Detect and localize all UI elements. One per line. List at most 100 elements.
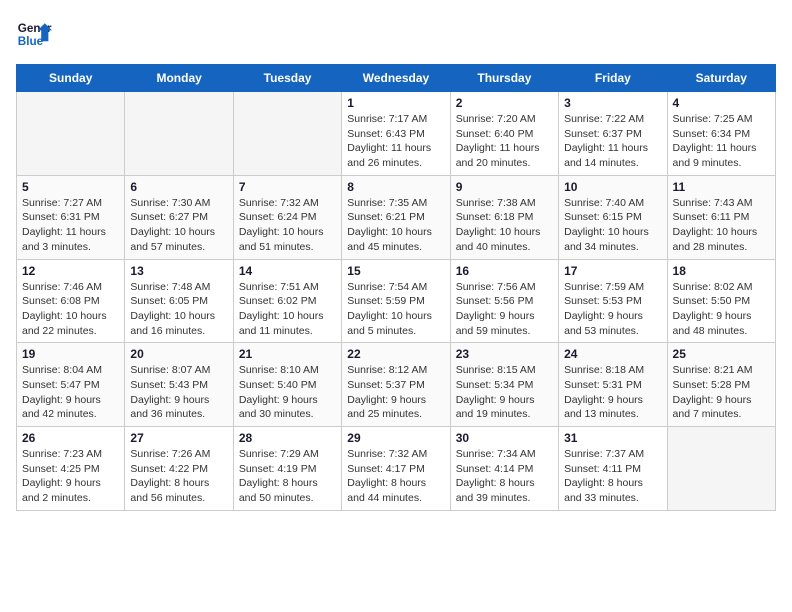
day-detail: Sunrise: 7:35 AM Sunset: 6:21 PM Dayligh… — [347, 196, 444, 255]
calendar-day-cell: 17 Sunrise: 7:59 AM Sunset: 5:53 PM Dayli… — [559, 259, 667, 343]
calendar-day-cell: 7 Sunrise: 7:32 AM Sunset: 6:24 PM Daylig… — [233, 175, 341, 259]
calendar-day-cell: 21 Sunrise: 8:10 AM Sunset: 5:40 PM Dayli… — [233, 343, 341, 427]
day-number: 29 — [347, 431, 444, 445]
calendar-day-cell — [17, 92, 125, 176]
day-detail: Sunrise: 7:37 AM Sunset: 4:11 PM Dayligh… — [564, 447, 661, 506]
day-number: 6 — [130, 180, 227, 194]
day-number: 21 — [239, 347, 336, 361]
day-detail: Sunrise: 8:12 AM Sunset: 5:37 PM Dayligh… — [347, 363, 444, 422]
day-detail: Sunrise: 8:15 AM Sunset: 5:34 PM Dayligh… — [456, 363, 553, 422]
day-detail: Sunrise: 7:22 AM Sunset: 6:37 PM Dayligh… — [564, 112, 661, 171]
day-detail: Sunrise: 7:20 AM Sunset: 6:40 PM Dayligh… — [456, 112, 553, 171]
day-number: 10 — [564, 180, 661, 194]
day-number: 25 — [673, 347, 770, 361]
day-number: 30 — [456, 431, 553, 445]
day-number: 20 — [130, 347, 227, 361]
day-number: 19 — [22, 347, 119, 361]
svg-text:Blue: Blue — [18, 35, 44, 48]
day-number: 15 — [347, 264, 444, 278]
day-detail: Sunrise: 7:56 AM Sunset: 5:56 PM Dayligh… — [456, 280, 553, 339]
calendar-week-row: 19 Sunrise: 8:04 AM Sunset: 5:47 PM Dayli… — [17, 343, 776, 427]
day-detail: Sunrise: 7:32 AM Sunset: 6:24 PM Dayligh… — [239, 196, 336, 255]
weekday-header-row: SundayMondayTuesdayWednesdayThursdayFrid… — [17, 65, 776, 92]
calendar-day-cell: 30Sunrise: 7:34 AM Sunset: 4:14 PM Dayli… — [450, 427, 558, 511]
day-number: 8 — [347, 180, 444, 194]
day-number: 14 — [239, 264, 336, 278]
day-number: 5 — [22, 180, 119, 194]
day-detail: Sunrise: 8:02 AM Sunset: 5:50 PM Dayligh… — [673, 280, 770, 339]
calendar-day-cell: 9 Sunrise: 7:38 AM Sunset: 6:18 PM Daylig… — [450, 175, 558, 259]
day-detail: Sunrise: 8:10 AM Sunset: 5:40 PM Dayligh… — [239, 363, 336, 422]
day-number: 12 — [22, 264, 119, 278]
calendar-day-cell — [233, 92, 341, 176]
day-number: 18 — [673, 264, 770, 278]
day-detail: Sunrise: 7:32 AM Sunset: 4:17 PM Dayligh… — [347, 447, 444, 506]
day-detail: Sunrise: 7:25 AM Sunset: 6:34 PM Dayligh… — [673, 112, 770, 171]
day-number: 1 — [347, 96, 444, 110]
weekday-header-tuesday: Tuesday — [233, 65, 341, 92]
day-detail: Sunrise: 7:27 AM Sunset: 6:31 PM Dayligh… — [22, 196, 119, 255]
day-number: 3 — [564, 96, 661, 110]
calendar-day-cell: 22 Sunrise: 8:12 AM Sunset: 5:37 PM Dayli… — [342, 343, 450, 427]
day-number: 22 — [347, 347, 444, 361]
calendar-day-cell: 5 Sunrise: 7:27 AM Sunset: 6:31 PM Daylig… — [17, 175, 125, 259]
day-number: 13 — [130, 264, 227, 278]
day-detail: Sunrise: 7:51 AM Sunset: 6:02 PM Dayligh… — [239, 280, 336, 339]
day-detail: Sunrise: 7:43 AM Sunset: 6:11 PM Dayligh… — [673, 196, 770, 255]
day-detail: Sunrise: 7:26 AM Sunset: 4:22 PM Dayligh… — [130, 447, 227, 506]
calendar-day-cell: 24 Sunrise: 8:18 AM Sunset: 5:31 PM Dayli… — [559, 343, 667, 427]
day-number: 7 — [239, 180, 336, 194]
calendar-day-cell: 1Sunrise: 7:17 AM Sunset: 6:43 PM Daylig… — [342, 92, 450, 176]
calendar-day-cell — [667, 427, 775, 511]
calendar-day-cell: 3 Sunrise: 7:22 AM Sunset: 6:37 PM Daylig… — [559, 92, 667, 176]
day-number: 24 — [564, 347, 661, 361]
day-number: 26 — [22, 431, 119, 445]
calendar-week-row: 26 Sunrise: 7:23 AM Sunset: 4:25 PM Dayli… — [17, 427, 776, 511]
day-detail: Sunrise: 7:23 AM Sunset: 4:25 PM Dayligh… — [22, 447, 119, 506]
calendar-day-cell: 15 Sunrise: 7:54 AM Sunset: 5:59 PM Dayli… — [342, 259, 450, 343]
day-number: 4 — [673, 96, 770, 110]
logo: General Blue — [16, 16, 52, 52]
calendar-week-row: 5 Sunrise: 7:27 AM Sunset: 6:31 PM Daylig… — [17, 175, 776, 259]
calendar-day-cell: 6Sunrise: 7:30 AM Sunset: 6:27 PM Daylig… — [125, 175, 233, 259]
calendar-day-cell: 14 Sunrise: 7:51 AM Sunset: 6:02 PM Dayli… — [233, 259, 341, 343]
calendar-day-cell: 13 Sunrise: 7:48 AM Sunset: 6:05 PM Dayli… — [125, 259, 233, 343]
weekday-header-friday: Friday — [559, 65, 667, 92]
page-header: General Blue — [16, 16, 776, 52]
logo-icon: General Blue — [16, 16, 52, 52]
day-detail: Sunrise: 7:59 AM Sunset: 5:53 PM Dayligh… — [564, 280, 661, 339]
day-number: 23 — [456, 347, 553, 361]
calendar-week-row: 1Sunrise: 7:17 AM Sunset: 6:43 PM Daylig… — [17, 92, 776, 176]
calendar-day-cell: 8 Sunrise: 7:35 AM Sunset: 6:21 PM Daylig… — [342, 175, 450, 259]
day-number: 16 — [456, 264, 553, 278]
day-detail: Sunrise: 7:29 AM Sunset: 4:19 PM Dayligh… — [239, 447, 336, 506]
day-detail: Sunrise: 8:18 AM Sunset: 5:31 PM Dayligh… — [564, 363, 661, 422]
calendar-day-cell: 4 Sunrise: 7:25 AM Sunset: 6:34 PM Daylig… — [667, 92, 775, 176]
day-number: 11 — [673, 180, 770, 194]
day-detail: Sunrise: 7:48 AM Sunset: 6:05 PM Dayligh… — [130, 280, 227, 339]
calendar-day-cell: 11 Sunrise: 7:43 AM Sunset: 6:11 PM Dayli… — [667, 175, 775, 259]
calendar-day-cell: 19 Sunrise: 8:04 AM Sunset: 5:47 PM Dayli… — [17, 343, 125, 427]
day-detail: Sunrise: 7:54 AM Sunset: 5:59 PM Dayligh… — [347, 280, 444, 339]
calendar-day-cell: 27 Sunrise: 7:26 AM Sunset: 4:22 PM Dayli… — [125, 427, 233, 511]
day-number: 27 — [130, 431, 227, 445]
day-detail: Sunrise: 7:46 AM Sunset: 6:08 PM Dayligh… — [22, 280, 119, 339]
calendar-day-cell: 2 Sunrise: 7:20 AM Sunset: 6:40 PM Daylig… — [450, 92, 558, 176]
calendar-day-cell: 10Sunrise: 7:40 AM Sunset: 6:15 PM Dayli… — [559, 175, 667, 259]
calendar-week-row: 12 Sunrise: 7:46 AM Sunset: 6:08 PM Dayli… — [17, 259, 776, 343]
calendar-day-cell: 26 Sunrise: 7:23 AM Sunset: 4:25 PM Dayli… — [17, 427, 125, 511]
day-detail: Sunrise: 8:04 AM Sunset: 5:47 PM Dayligh… — [22, 363, 119, 422]
day-number: 17 — [564, 264, 661, 278]
weekday-header-wednesday: Wednesday — [342, 65, 450, 92]
weekday-header-sunday: Sunday — [17, 65, 125, 92]
calendar-day-cell — [125, 92, 233, 176]
day-number: 2 — [456, 96, 553, 110]
calendar-day-cell: 16 Sunrise: 7:56 AM Sunset: 5:56 PM Dayli… — [450, 259, 558, 343]
day-number: 28 — [239, 431, 336, 445]
calendar-day-cell: 31Sunrise: 7:37 AM Sunset: 4:11 PM Dayli… — [559, 427, 667, 511]
calendar-day-cell: 18 Sunrise: 8:02 AM Sunset: 5:50 PM Dayli… — [667, 259, 775, 343]
calendar-day-cell: 25 Sunrise: 8:21 AM Sunset: 5:28 PM Dayli… — [667, 343, 775, 427]
day-number: 9 — [456, 180, 553, 194]
day-detail: Sunrise: 7:38 AM Sunset: 6:18 PM Dayligh… — [456, 196, 553, 255]
day-detail: Sunrise: 8:21 AM Sunset: 5:28 PM Dayligh… — [673, 363, 770, 422]
